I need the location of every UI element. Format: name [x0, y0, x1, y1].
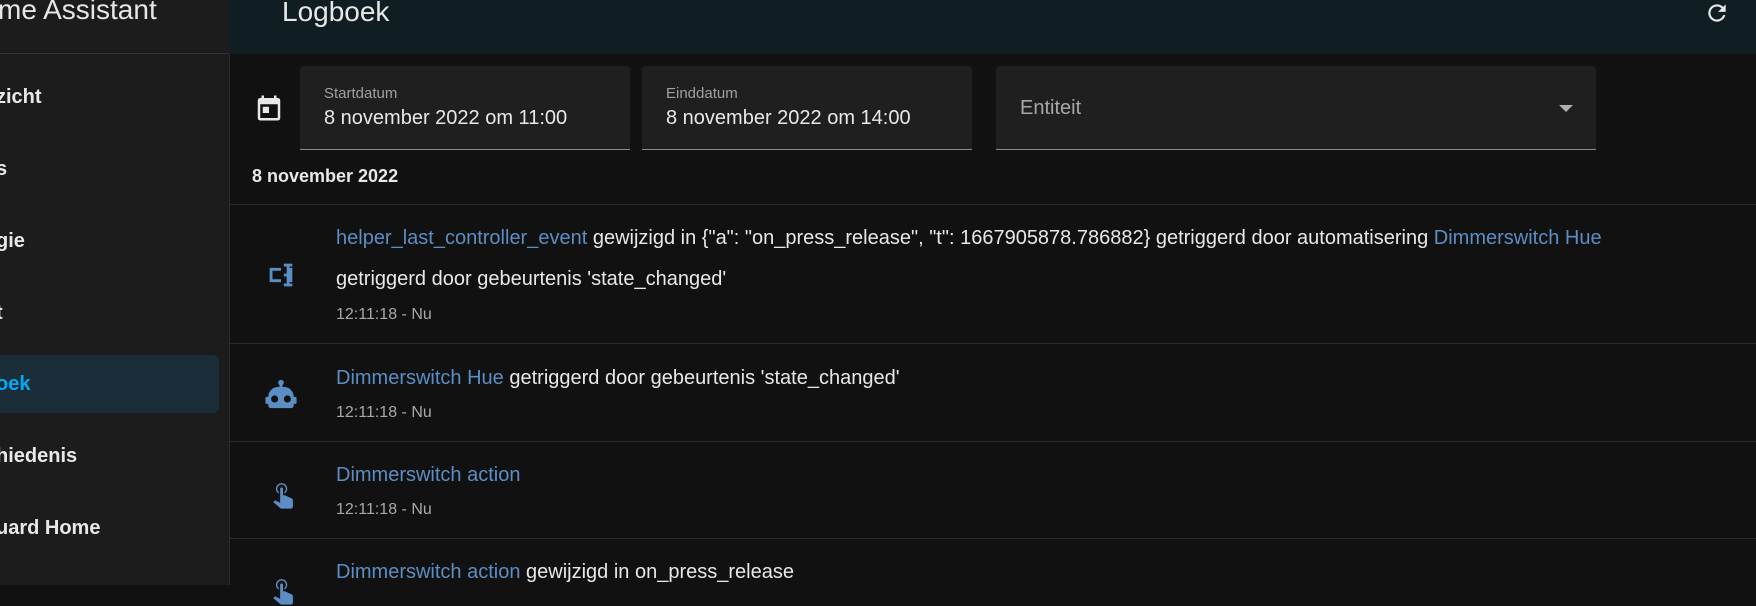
sidebar-item-overzicht[interactable]: zicht: [0, 68, 219, 126]
entry-message-line2: getriggerd door gebeurtenis 'state_chang…: [336, 268, 727, 290]
sidebar-item-logboek[interactable]: oek: [0, 355, 219, 413]
date-heading: 8 november 2022: [252, 166, 399, 186]
sidebar-item-label: gie: [0, 229, 25, 252]
log-entry-text: Dimmerswitch Hue getriggerd door gebeurt…: [336, 367, 900, 390]
gesture-tap-icon: [273, 579, 293, 605]
sidebar-item-geschiedenis[interactable]: hiedenis: [0, 427, 219, 485]
chevron-down-icon[interactable]: [1559, 105, 1573, 112]
start-date-field[interactable]: Startdatum 8 november 2022 om 11:00: [300, 66, 630, 150]
divider: [229, 204, 1756, 205]
sidebar-item-4[interactable]: t: [0, 284, 219, 342]
start-date-label: Startdatum: [324, 85, 398, 102]
sidebar-item-label: s: [0, 157, 8, 180]
sidebar-item-label: oek: [0, 372, 31, 395]
entry-message: gewijzigd in {"a": "on_press_release", "…: [587, 227, 1434, 249]
divider: [229, 441, 1756, 442]
automation-link[interactable]: Dimmerswitch Hue: [1434, 227, 1602, 249]
divider: [229, 343, 1756, 344]
entity-link[interactable]: Dimmerswitch Hue: [336, 367, 504, 389]
sidebar-title: me Assistant: [0, 0, 157, 25]
log-entry-text: Dimmerswitch action gewijzigd in on_pres…: [336, 561, 794, 584]
entry-message: getriggerd door gebeurtenis 'state_chang…: [503, 367, 900, 389]
entry-time: 12:11:18 - Nu: [336, 501, 432, 518]
log-entry-text: Dimmerswitch action: [336, 464, 520, 487]
end-date-label: Einddatum: [666, 85, 738, 102]
entry-message: gewijzigd in on_press_release: [520, 561, 794, 583]
entry-time: 12:11:18 - Nu: [336, 306, 432, 323]
entry-time: 12:11:18 - Nu: [336, 404, 432, 421]
sidebar-item-label: uard Home: [0, 516, 101, 539]
divider: [229, 538, 1756, 539]
sidebar-item-label: zicht: [0, 85, 42, 108]
end-date-value: 8 november 2022 om 14:00: [666, 107, 911, 129]
start-date-value: 8 november 2022 om 11:00: [324, 107, 568, 129]
sidebar: me Assistant zicht s gie t oek hiedenis …: [0, 0, 230, 585]
sidebar-item-energie[interactable]: gie: [0, 212, 219, 270]
refresh-icon[interactable]: [1700, 0, 1734, 26]
sidebar-divider: [0, 53, 229, 54]
entity-link[interactable]: helper_last_controller_event: [336, 227, 587, 249]
end-date-field[interactable]: Einddatum 8 november 2022 om 14:00: [642, 66, 972, 150]
entity-link[interactable]: Dimmerswitch action: [336, 561, 520, 583]
sidebar-item-2[interactable]: s: [0, 140, 219, 198]
robot-icon: [265, 379, 297, 409]
entity-placeholder: Entiteit: [1020, 97, 1082, 119]
sidebar-item-label: hiedenis: [0, 444, 78, 467]
calendar-icon[interactable]: [254, 92, 284, 124]
entity-select[interactable]: Entiteit: [996, 66, 1596, 150]
counter-icon: [269, 263, 293, 287]
sidebar-item-label: t: [0, 302, 3, 325]
sidebar-item-adguard-home[interactable]: uard Home: [0, 499, 219, 557]
log-entry-text: helper_last_controller_event gewijzigd i…: [336, 227, 1602, 250]
gesture-tap-icon: [273, 483, 293, 509]
app-header: Logboek: [229, 0, 1756, 54]
entity-link[interactable]: Dimmerswitch action: [336, 464, 520, 486]
page-title: Logboek: [282, 0, 390, 27]
